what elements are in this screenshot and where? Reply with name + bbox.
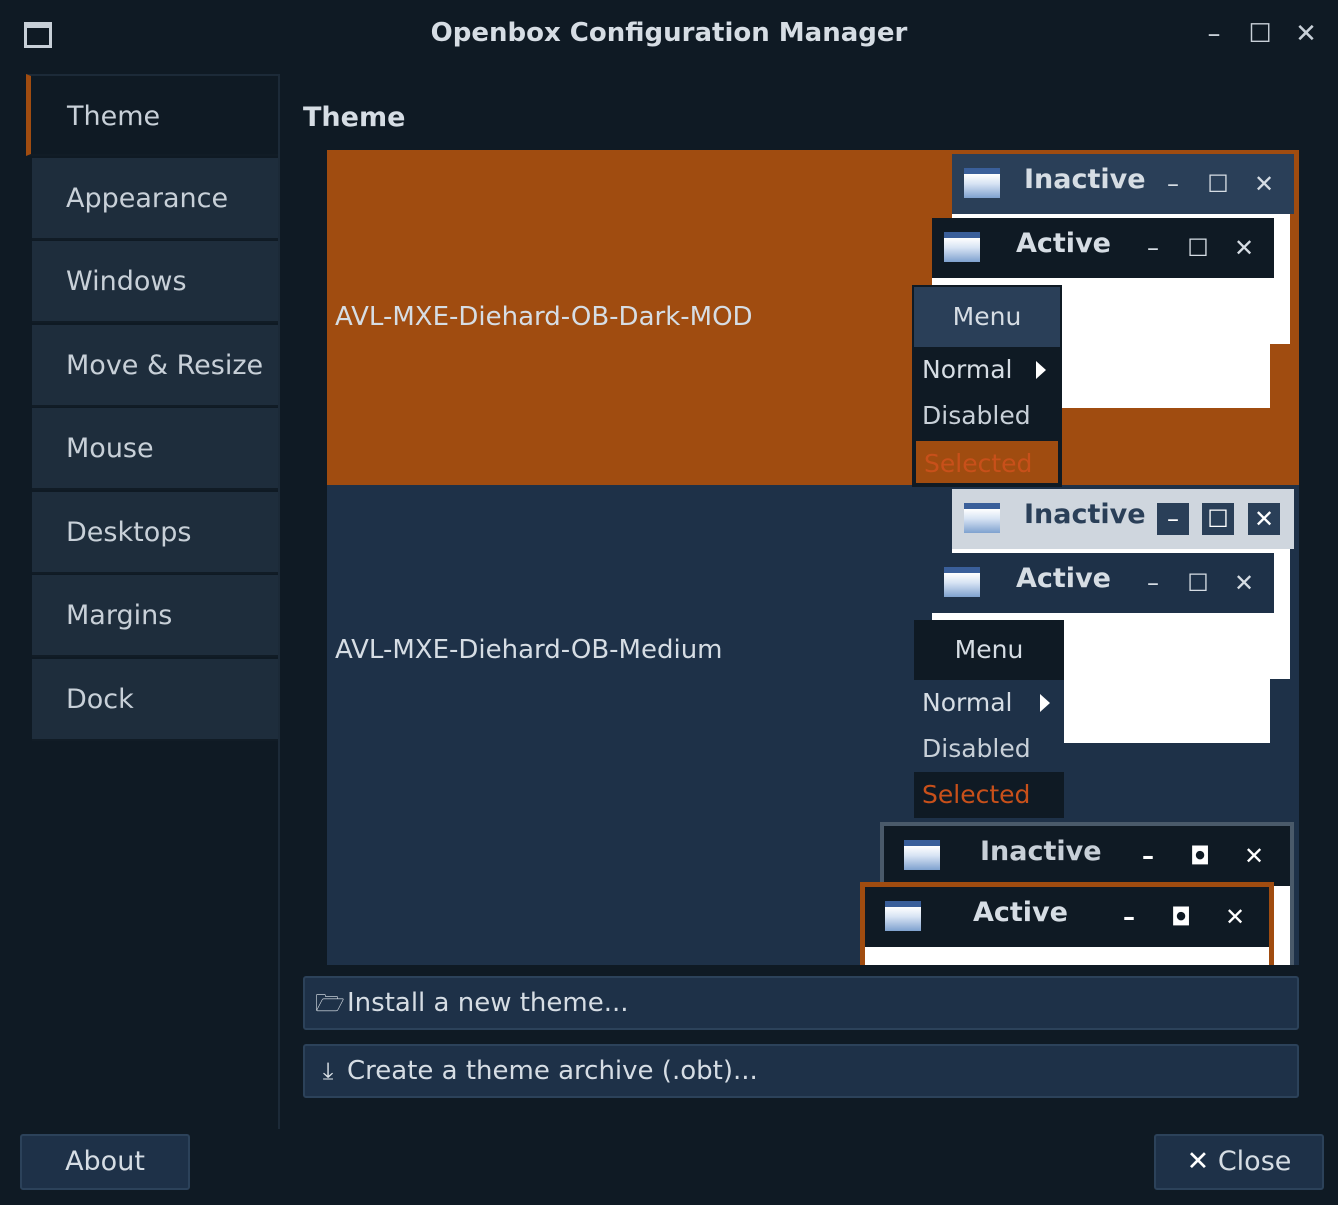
theme-row-medium[interactable]: AVL-MXE-Diehard-OB-Medium Inactive – ☐ ✕… [327,485,1299,820]
minimize-icon: – [1167,170,1179,198]
theme-row-dark-mod[interactable]: AVL-MXE-Diehard-OB-Dark-MOD Inactive – ☐… [327,150,1299,487]
preview-menu: Menu Normal Disabled Selected [914,620,1064,818]
download-icon: ⤓ [322,1057,334,1085]
maximize-icon: ◘ [1189,842,1211,870]
preview-active-label: Active [1016,563,1111,594]
close-icon: ✕ [1186,1146,1210,1177]
sidebar-item-dock[interactable]: Dock [32,659,278,741]
close-icon: ✕ [1233,569,1255,597]
window-icon [904,840,940,870]
preview-menu-selected: Selected [914,772,1064,818]
close-label: Close [1217,1146,1292,1177]
preview-menu-disabled: Disabled [922,401,1031,430]
submenu-arrow-icon [1040,694,1050,712]
close-icon: ✕ [1233,234,1255,262]
preview-window-body [865,947,1269,965]
window-titlebar: Openbox Configuration Manager – ☐ ✕ [0,0,1338,70]
window-icon [944,567,980,597]
sidebar-item-desktops[interactable]: Desktops [32,492,278,574]
theme-name: AVL-MXE-Diehard-OB-Dark-MOD [335,302,753,332]
minimize-icon[interactable]: – [1198,18,1230,50]
minimize-icon: – [1147,569,1159,597]
maximize-icon: ☐ [1202,503,1234,535]
minimize-icon: – [1157,503,1189,535]
window-icon [944,232,980,262]
preview-menu-title: Menu [914,620,1064,680]
window-icon [964,503,1000,533]
about-button[interactable]: About [20,1134,190,1190]
preview-menu-selected: Selected [914,439,1060,485]
close-icon: ✕ [1224,903,1246,931]
window-icon [964,168,1000,198]
preview-active-label: Active [1016,228,1111,259]
maximize-icon: ☐ [1207,170,1229,198]
create-archive-button[interactable]: ⤓ Create a theme archive (.obt)... [303,1044,1299,1098]
sidebar-item-move-resize[interactable]: Move & Resize [32,325,278,407]
maximize-icon: ☐ [1187,234,1209,262]
folder-icon: 🗁 [315,989,345,1017]
preview-active-label: Active [973,897,1068,928]
submenu-arrow-icon [1036,361,1046,379]
preview-inactive-label: Inactive [1024,164,1146,195]
preview-menu-normal: Normal [914,680,1064,726]
sidebar-item-theme[interactable]: Theme [26,74,278,156]
section-title: Theme [303,102,406,133]
sidebar-item-appearance[interactable]: Appearance [32,158,278,240]
preview-menu-title: Menu [914,287,1060,347]
maximize-icon[interactable]: ☐ [1244,18,1276,50]
install-theme-label: Install a new theme... [347,988,629,1018]
theme-name: AVL-MXE-Diehard-OB-Medium [335,635,723,665]
preview-menu: Menu Normal Disabled Selected [912,285,1062,487]
maximize-icon: ☐ [1187,569,1209,597]
theme-list[interactable]: AVL-MXE-Diehard-OB-Dark-MOD Inactive – ☐… [327,150,1299,965]
preview-inactive-label: Inactive [1024,499,1146,530]
preview-active-window: Active – ◘ ✕ [860,882,1274,965]
preview-inactive-label: Inactive [980,836,1102,867]
minimize-icon: – [1123,903,1135,931]
close-icon: ✕ [1248,503,1280,535]
close-icon[interactable]: ✕ [1290,18,1322,50]
close-icon: ✕ [1243,842,1265,870]
window-icon [885,901,921,931]
minimize-icon: – [1142,842,1154,870]
install-theme-button[interactable]: 🗁 Install a new theme... [303,976,1299,1030]
theme-row-third[interactable]: Inactive – ◘ ✕ Active – ◘ ✕ [327,820,1299,965]
preview-menu-normal: Normal [914,347,1060,393]
sidebar-item-windows[interactable]: Windows [32,241,278,323]
maximize-icon: ◘ [1170,903,1192,931]
preview-menu-disabled: Disabled [922,734,1031,763]
window-title: Openbox Configuration Manager [430,18,908,48]
create-archive-label: Create a theme archive (.obt)... [347,1056,758,1086]
sidebar-item-margins[interactable]: Margins [32,575,278,657]
close-icon: ✕ [1253,170,1275,198]
close-button[interactable]: ✕ Close [1154,1134,1324,1190]
sidebar-item-mouse[interactable]: Mouse [32,408,278,490]
minimize-icon: – [1147,234,1159,262]
sidebar: Theme Appearance Windows Move & Resize M… [26,74,280,1129]
